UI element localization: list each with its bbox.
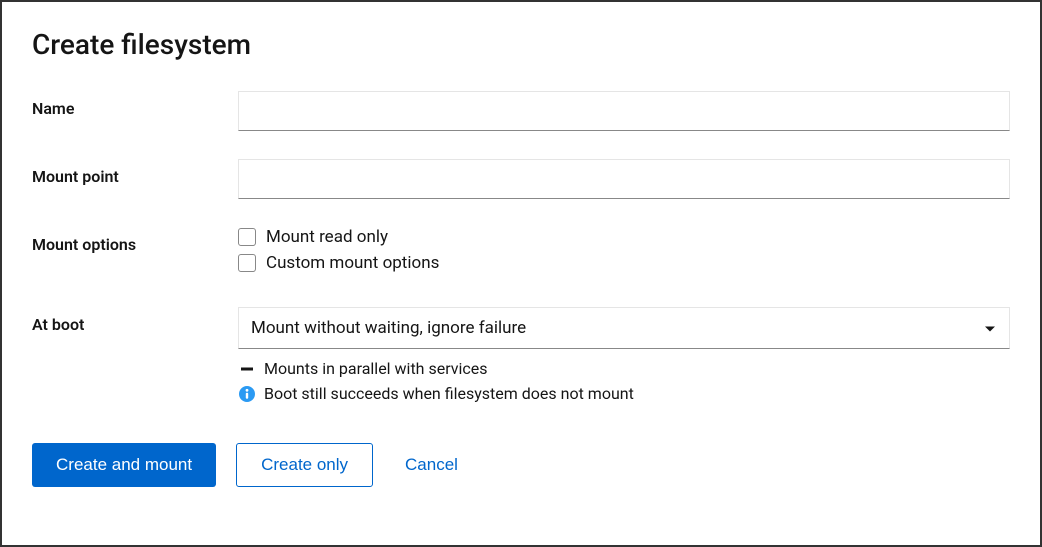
at-boot-label: At boot — [32, 307, 238, 334]
minus-icon — [238, 360, 256, 378]
cancel-button[interactable]: Cancel — [393, 443, 470, 487]
form-row-at-boot: At boot Mount without waiting, ignore fa… — [32, 307, 1010, 403]
at-boot-selected-value: Mount without waiting, ignore failure — [251, 318, 526, 338]
info-icon — [238, 385, 256, 403]
hint-succeed-text: Boot still succeeds when filesystem does… — [264, 384, 634, 403]
mount-options-label: Mount options — [32, 227, 238, 254]
read-only-checkbox[interactable] — [238, 228, 256, 246]
at-boot-hint-parallel: Mounts in parallel with services — [238, 359, 1010, 378]
custom-mount-label: Custom mount options — [266, 253, 439, 273]
at-boot-select[interactable]: Mount without waiting, ignore failure — [238, 307, 1010, 349]
custom-mount-checkbox[interactable] — [238, 254, 256, 272]
name-input[interactable] — [238, 91, 1010, 131]
at-boot-hint-succeed: Boot still succeeds when filesystem does… — [238, 384, 1010, 403]
form-row-mount-point: Mount point — [32, 159, 1010, 199]
mount-point-input[interactable] — [238, 159, 1010, 199]
form-row-mount-options: Mount options Mount read only Custom mou… — [32, 227, 1010, 279]
action-bar: Create and mount Create only Cancel — [32, 443, 1010, 487]
read-only-label: Mount read only — [266, 227, 388, 247]
mount-point-label: Mount point — [32, 159, 238, 186]
name-label: Name — [32, 91, 238, 118]
hint-parallel-text: Mounts in parallel with services — [264, 359, 488, 378]
create-filesystem-dialog: Create filesystem Name Mount point Mount… — [0, 0, 1042, 547]
create-only-button[interactable]: Create only — [236, 443, 373, 487]
form-row-name: Name — [32, 91, 1010, 131]
custom-mount-option[interactable]: Custom mount options — [238, 253, 1010, 273]
read-only-option[interactable]: Mount read only — [238, 227, 1010, 247]
create-and-mount-button[interactable]: Create and mount — [32, 443, 216, 487]
dialog-title: Create filesystem — [32, 28, 1010, 61]
